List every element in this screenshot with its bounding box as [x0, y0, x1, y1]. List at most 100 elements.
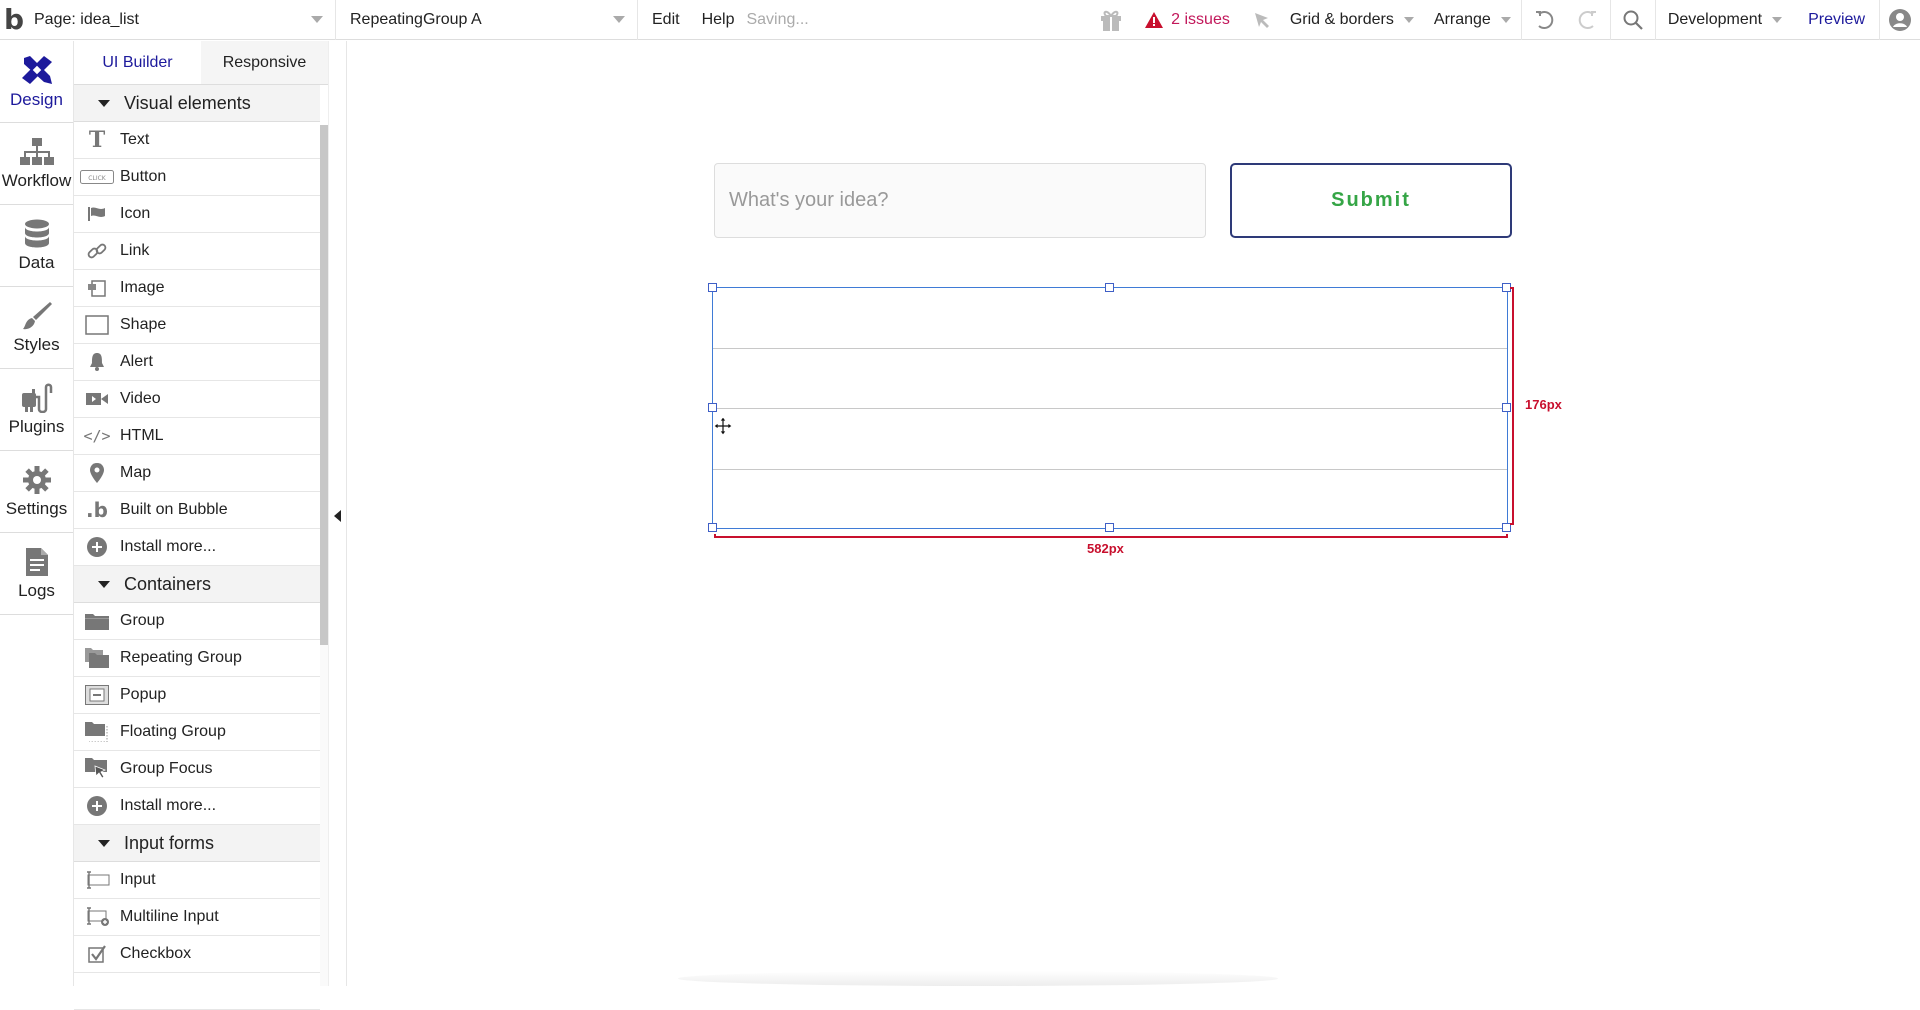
element-item-label: Video — [120, 390, 161, 407]
width-dimension-line — [714, 534, 1508, 538]
element-item-repeating-group[interactable]: Repeating Group — [74, 640, 320, 677]
section-title: Visual elements — [124, 92, 251, 113]
document-icon — [25, 547, 48, 576]
element-item-input[interactable]: Input — [74, 862, 320, 899]
popup-icon — [74, 685, 120, 705]
collapse-arrow-icon[interactable] — [334, 510, 341, 522]
element-item-group[interactable]: Group — [74, 603, 320, 640]
chevron-down-icon — [1772, 16, 1783, 23]
element-item-label: Built on Bubble — [120, 501, 228, 518]
element-item-image[interactable]: Image — [74, 270, 320, 307]
section-header-containers[interactable]: Containers — [74, 566, 320, 603]
menu-edit[interactable]: Edit — [638, 0, 694, 40]
element-item-label: Checkbox — [120, 945, 192, 962]
element-item-popup[interactable]: Popup — [74, 677, 320, 714]
element-item-install-more[interactable]: Install more... — [74, 788, 320, 825]
menu-help[interactable]: Help — [694, 0, 743, 40]
repeating-group-cell[interactable] — [713, 288, 1507, 348]
arrange-label: Arrange — [1433, 10, 1491, 28]
element-item-partial[interactable] — [74, 973, 320, 1010]
nav-workflow[interactable]: Workflow — [0, 123, 73, 205]
element-item-label: Multiline Input — [120, 908, 219, 925]
image-icon — [74, 278, 120, 298]
collapse-panel-bar[interactable] — [328, 41, 347, 986]
element-item-link[interactable]: Link — [74, 233, 320, 270]
page-selector[interactable]: Page: idea_list — [26, 0, 336, 40]
section-title: Containers — [124, 573, 212, 594]
environment-dropdown[interactable]: Development — [1656, 0, 1794, 40]
element-item-text[interactable]: T Text — [74, 122, 320, 159]
section-header-visual-elements[interactable]: Visual elements — [74, 85, 320, 122]
left-navigation: Design Workflow Data Styles Plugins Sett… — [0, 41, 74, 986]
submit-button[interactable]: Submit — [1230, 163, 1512, 238]
tab-ui-builder[interactable]: UI Builder — [74, 41, 201, 84]
redo-icon[interactable] — [1566, 0, 1610, 40]
element-item-video[interactable]: Video — [74, 381, 320, 418]
element-item-label: Group Focus — [120, 760, 213, 777]
element-item-multiline-input[interactable]: Multiline Input — [74, 899, 320, 936]
arrange-dropdown[interactable]: Arrange — [1424, 0, 1521, 40]
element-item-checkbox[interactable]: Checkbox — [74, 936, 320, 973]
element-item-group-focus[interactable]: Group Focus — [74, 751, 320, 788]
nav-data[interactable]: Data — [0, 205, 73, 287]
nav-design[interactable]: Design — [0, 41, 73, 123]
chevron-down-icon — [1403, 16, 1414, 23]
element-item-install-more[interactable]: Install more... — [74, 529, 320, 566]
nav-plugins[interactable]: Plugins — [0, 369, 73, 451]
canvas-bottom-shadow — [678, 971, 1278, 986]
nav-settings-label: Settings — [5, 498, 68, 518]
repeating-group-cell[interactable] — [713, 470, 1507, 530]
idea-input[interactable]: What's your idea? — [714, 163, 1206, 238]
section-header-input-forms[interactable]: Input forms — [74, 825, 320, 862]
warning-icon — [1145, 11, 1164, 28]
pointer-icon[interactable] — [1244, 0, 1280, 40]
preview-button[interactable]: Preview — [1794, 0, 1879, 40]
resize-handle-left[interactable] — [708, 403, 717, 412]
chevron-down-icon — [311, 16, 323, 23]
svg-text:CLICK: CLICK — [88, 175, 106, 182]
design-icon — [21, 55, 52, 84]
search-icon[interactable] — [1611, 0, 1655, 40]
nav-styles[interactable]: Styles — [0, 287, 73, 369]
tab-responsive[interactable]: Responsive — [201, 41, 328, 84]
nav-logs[interactable]: Logs — [0, 533, 73, 615]
caret-down-icon — [98, 580, 110, 588]
element-item-shape[interactable]: Shape — [74, 307, 320, 344]
resize-handle-bottom-left[interactable] — [708, 523, 717, 532]
element-item-floating-group[interactable]: Floating Group — [74, 714, 320, 751]
gift-icon[interactable] — [1091, 0, 1131, 40]
brush-icon — [22, 301, 52, 329]
undo-icon[interactable] — [1522, 0, 1566, 40]
grid-borders-dropdown[interactable]: Grid & borders — [1280, 0, 1424, 40]
issues-indicator[interactable]: 2 issues — [1131, 0, 1244, 40]
design-canvas[interactable]: What's your idea? Submit 582px 176px — [348, 41, 1920, 986]
bubble-logo[interactable]: b — [0, 0, 26, 40]
element-item-label: Install more... — [120, 797, 217, 814]
resize-handle-top[interactable] — [1105, 283, 1114, 292]
element-item-alert[interactable]: Alert — [74, 344, 320, 381]
repeating-group[interactable] — [708, 283, 1511, 532]
repeating-group-cell[interactable] — [713, 409, 1507, 469]
element-selector[interactable]: RepeatingGroup A — [336, 0, 638, 40]
element-item-icon[interactable]: Icon — [74, 196, 320, 233]
resize-handle-top-left[interactable] — [708, 283, 717, 292]
panel-scrollbar-thumb[interactable] — [320, 125, 328, 645]
issues-count: 2 issues — [1171, 10, 1230, 28]
resize-handle-bottom[interactable] — [1105, 523, 1114, 532]
element-panel: UI Builder Responsive Visual elements T Te… — [74, 41, 328, 1010]
account-avatar-icon[interactable] — [1880, 0, 1920, 40]
nav-settings[interactable]: Settings — [0, 451, 73, 533]
element-item-label: Image — [120, 279, 165, 296]
multiline-input-icon — [74, 907, 120, 927]
element-item-label: Shape — [120, 316, 167, 333]
element-item-html[interactable]: </> HTML — [74, 418, 320, 455]
element-item-map[interactable]: Map — [74, 455, 320, 492]
element-item-label: Popup — [120, 686, 167, 703]
element-item-built-on-bubble[interactable]: .b Built on Bubble — [74, 492, 320, 529]
bubble-logo-icon: .b — [86, 498, 108, 522]
chevron-down-icon — [1500, 16, 1511, 23]
element-item-button[interactable]: CLICK Button — [74, 159, 320, 196]
repeating-group-cell[interactable] — [713, 349, 1507, 409]
link-icon — [74, 241, 120, 261]
height-dimension-label: 176px — [1525, 397, 1562, 412]
